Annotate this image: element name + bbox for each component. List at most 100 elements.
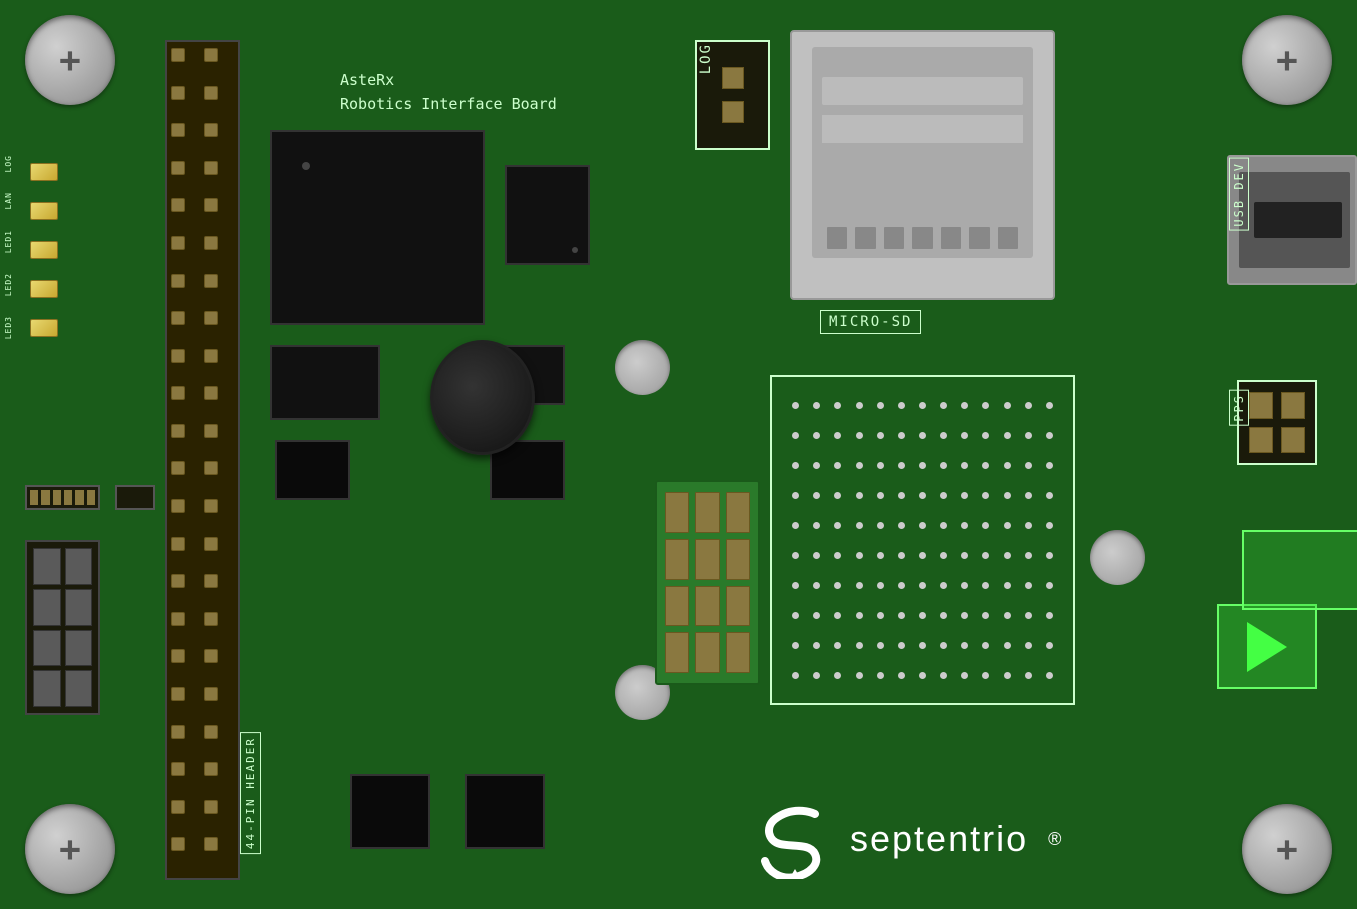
dot-126 [961,672,968,679]
header-pin-20 [204,386,218,400]
green-pin-3 [726,492,750,533]
dot-48 [961,492,968,499]
inductor-component [430,340,535,455]
dot-108 [856,642,863,649]
header-pin-4 [204,86,218,100]
dot-98 [919,612,926,619]
header-pin-16 [204,311,218,325]
dot-120 [834,672,841,679]
header-pin-15 [171,311,185,325]
dot-79 [792,582,799,589]
conn-pin-7 [33,670,61,707]
small-conn-pin-1 [30,490,38,505]
green-pin-10 [665,632,689,673]
led-led1-label: LED1 [4,230,13,253]
conn-pin-5 [33,630,61,667]
header-pin-23 [171,461,185,475]
dot-29 [834,462,841,469]
header-pin-43 [171,837,185,851]
dot-38 [1025,462,1032,469]
green-led-arrow-icon [1247,622,1287,672]
dot-105 [792,642,799,649]
header-pin-40 [204,762,218,776]
septentrio-trademark: ® [1048,829,1061,850]
header-pin-7 [171,161,185,175]
header-pin-12 [204,236,218,250]
dot-52 [1046,492,1053,499]
dot-16 [834,432,841,439]
small-connector-left-top [25,485,100,510]
dot-34 [940,462,947,469]
dot-77 [1025,552,1032,559]
pps-pin-2 [1281,392,1305,419]
dot-21 [940,432,947,439]
dot-13 [1046,402,1053,409]
dot-11 [1004,402,1011,409]
dot-14 [792,432,799,439]
dot-54 [813,522,820,529]
header-pin-35 [171,687,185,701]
dot-72 [919,552,926,559]
header-pin-13 [171,274,185,288]
dot-32 [898,462,905,469]
dot-83 [877,582,884,589]
green-pin-1 [665,492,689,533]
dot-129 [1025,672,1032,679]
green-pin-8 [695,586,719,627]
dot-62 [982,522,989,529]
dot-67 [813,552,820,559]
dot-103 [1025,612,1032,619]
header-pin-30 [204,574,218,588]
dot-106 [813,642,820,649]
dot-1 [792,402,799,409]
microsd-slot [790,30,1055,300]
secondary-ic-chip [505,165,590,265]
dot-4 [856,402,863,409]
led-log-label: LOG [4,155,13,172]
dot-25 [1025,432,1032,439]
conn-pin-4 [65,589,93,626]
dot-5 [877,402,884,409]
dot-88 [982,582,989,589]
green-pin-4 [665,539,689,580]
dot-78 [1046,552,1053,559]
header-pin-3 [171,86,185,100]
dot-46 [919,492,926,499]
header-pin-41 [171,800,185,814]
green-led-indicator [1217,604,1317,689]
header-pin-6 [204,123,218,137]
dot-39 [1046,462,1053,469]
green-pin-2 [695,492,719,533]
green-pin-12 [726,632,750,673]
log-pin-2 [722,101,744,123]
dot-33 [919,462,926,469]
header-label: 44-PIN HEADER [240,732,261,854]
dot-23 [982,432,989,439]
dot-75 [982,552,989,559]
dot-20 [919,432,926,439]
mounting-hole-1 [615,340,670,395]
dot-64 [1025,522,1032,529]
dot-90 [1025,582,1032,589]
dot-80 [813,582,820,589]
dot-128 [1004,672,1011,679]
microsd-contacts [827,223,1018,253]
dot-84 [898,582,905,589]
dot-50 [1004,492,1011,499]
dot-91 [1046,582,1053,589]
dot-95 [856,612,863,619]
board-title: AsteRx Robotics Interface Board [340,68,557,116]
dot-65 [1046,522,1053,529]
green-pin-5 [695,539,719,580]
dot-85 [919,582,926,589]
dot-17 [856,432,863,439]
microsd-contact-6 [969,227,989,249]
dot-111 [919,642,926,649]
dot-2 [813,402,820,409]
green-connector [655,480,760,685]
dot-8 [940,402,947,409]
main-ic-chip [270,130,485,325]
dot-125 [940,672,947,679]
microsd-contact-7 [998,227,1018,249]
microsd-contact-2 [855,227,875,249]
